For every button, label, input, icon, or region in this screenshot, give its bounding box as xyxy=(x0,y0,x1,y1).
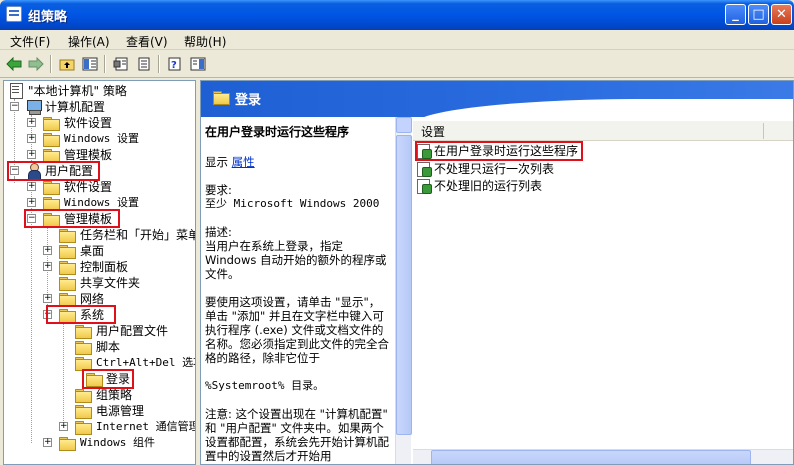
show-hide-action-pane-button[interactable] xyxy=(188,54,208,74)
window-title: 组策略 xyxy=(28,10,68,25)
description-text: 当用户在系统上登录，指定 Windows 自动开始的额外的程序或文件。 xyxy=(205,239,387,281)
folder-icon xyxy=(43,181,60,195)
expand-icon[interactable]: + xyxy=(43,262,52,271)
minimize-button[interactable]: _ xyxy=(725,4,746,25)
folder-icon xyxy=(59,437,76,451)
expand-icon[interactable]: + xyxy=(27,134,36,143)
title-bar: 组策略 _ □ ✕ xyxy=(0,0,794,30)
folder-icon xyxy=(75,405,92,419)
menu-help[interactable]: 帮助(H) xyxy=(184,33,226,50)
usage-text: 要使用这项设置，请单击 "显示"，单击 "添加" 并且在文字栏中键入可执行程序 … xyxy=(205,295,389,365)
forward-button[interactable] xyxy=(26,54,46,74)
scroll-thumb[interactable] xyxy=(396,135,412,435)
help-icon: ? xyxy=(168,57,181,71)
description-title: 在用户登录时运行这些程序 xyxy=(205,125,350,139)
folder-icon xyxy=(75,325,92,339)
folder-icon xyxy=(59,277,76,291)
folder-icon xyxy=(75,389,92,403)
show-hide-tree-button[interactable] xyxy=(80,54,100,74)
folder-icon xyxy=(43,133,60,147)
list-horizontal-scrollbar[interactable] xyxy=(413,449,793,464)
help-button[interactable]: ? xyxy=(165,54,185,74)
scroll-thumb[interactable] xyxy=(431,450,751,464)
up-one-level-button[interactable] xyxy=(57,54,77,74)
collapse-icon[interactable]: − xyxy=(10,102,19,111)
export-list-button[interactable] xyxy=(134,54,154,74)
menu-action[interactable]: 操作(A) xyxy=(68,33,110,50)
close-button[interactable]: ✕ xyxy=(771,4,792,25)
folder-icon xyxy=(75,341,92,355)
policy-setting-icon xyxy=(417,179,432,194)
toolbar: ? xyxy=(0,51,794,78)
properties-link[interactable]: 属性 xyxy=(232,155,255,169)
properties-icon xyxy=(113,57,128,71)
forward-arrow-icon xyxy=(28,57,44,71)
column-setting[interactable]: 设置 xyxy=(421,123,445,140)
details-pane: 登录 在用户登录时运行这些程序 显示 属性 要求: 至少 Microsoft W… xyxy=(200,80,794,465)
group-policy-icon xyxy=(6,6,22,22)
scroll-up-arrow-icon[interactable] xyxy=(396,117,412,133)
highlight-run-programs-setting xyxy=(415,141,583,161)
policy-setting-icon xyxy=(417,162,432,177)
expand-icon[interactable]: + xyxy=(43,246,52,255)
description-scrollbar[interactable] xyxy=(395,117,412,464)
console-tree-icon xyxy=(82,57,98,71)
console-tree[interactable]: "本地计算机" 策略 − 计算机配置 + 软件设置 + Windows 设置 +… xyxy=(3,80,196,465)
settings-list: 设置 在用户登录时运行这些程序 不处理只运行一次列表 不处理旧的运行列表 xyxy=(413,121,793,464)
back-button[interactable] xyxy=(4,54,24,74)
maximize-button[interactable]: □ xyxy=(748,4,769,25)
expand-icon[interactable]: + xyxy=(27,150,36,159)
usage-path: %Systemroot% 目录。 xyxy=(205,379,325,392)
expand-icon[interactable]: + xyxy=(59,422,68,431)
folder-icon xyxy=(213,91,230,105)
expand-icon[interactable]: + xyxy=(43,294,52,303)
menu-bar: 文件(F) 操作(A) 查看(V) 帮助(H) xyxy=(0,30,794,50)
highlight-system xyxy=(46,305,116,324)
highlight-admin-templates xyxy=(24,209,120,228)
folder-icon xyxy=(59,261,76,275)
expand-icon[interactable]: + xyxy=(27,198,36,207)
expand-icon[interactable]: + xyxy=(27,118,36,127)
back-arrow-icon xyxy=(6,57,22,71)
expand-icon[interactable]: + xyxy=(43,438,52,447)
folder-icon xyxy=(75,421,92,435)
folder-up-icon xyxy=(59,59,75,71)
export-list-icon xyxy=(138,57,150,71)
policy-icon xyxy=(8,83,24,99)
action-pane-icon xyxy=(190,57,206,71)
folder-icon xyxy=(43,117,60,131)
menu-view[interactable]: 查看(V) xyxy=(126,33,168,50)
section-title: 登录 xyxy=(235,93,262,108)
highlight-user-configuration xyxy=(7,161,100,181)
menu-file[interactable]: 文件(F) xyxy=(10,33,50,50)
properties-button[interactable] xyxy=(111,54,131,74)
expand-icon[interactable]: + xyxy=(27,182,36,191)
computer-icon xyxy=(26,100,42,115)
folder-icon xyxy=(59,229,76,243)
folder-icon xyxy=(59,245,76,259)
svg-text:?: ? xyxy=(171,60,177,71)
highlight-logon xyxy=(82,369,134,389)
requirements-value: 至少 Microsoft Windows 2000 xyxy=(205,197,380,210)
list-header: 设置 xyxy=(413,121,793,141)
note-text: 注意: 这个设置出现在 "计算机配置" 和 "用户配置" 文件夹中。如果两个设置… xyxy=(205,407,389,463)
